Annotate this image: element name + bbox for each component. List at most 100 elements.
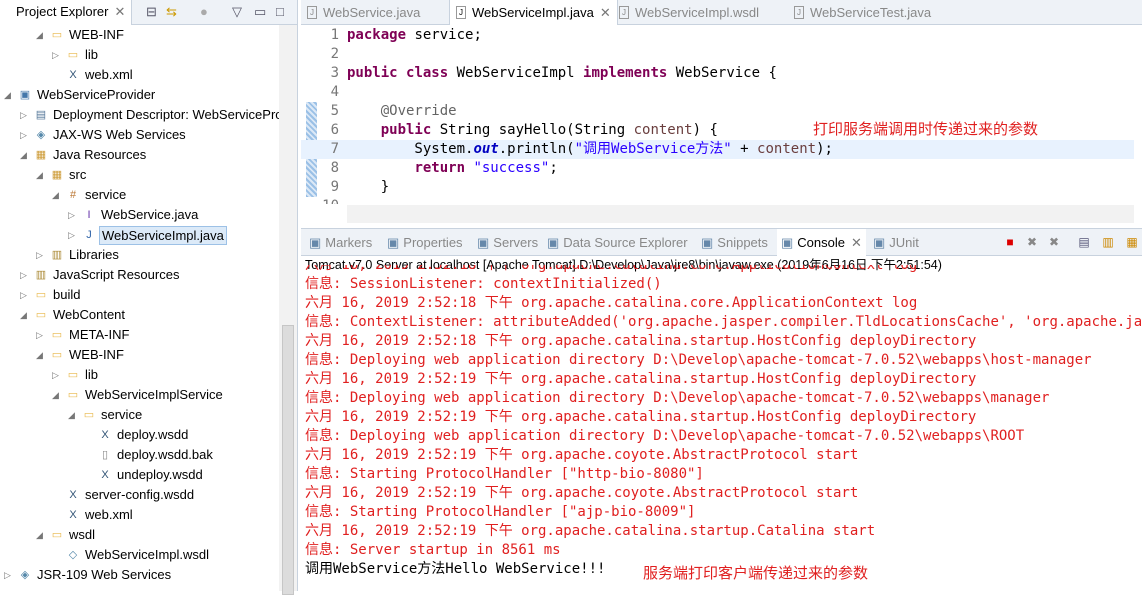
tree-item[interactable]: ◢ ▭ wsdl [0, 525, 279, 545]
tree-item[interactable]: ▷ ▭ lib [0, 365, 279, 385]
tree-item[interactable]: ▷ ▤ Deployment Descriptor: WebServiceProvi… [0, 105, 279, 125]
tree-item[interactable]: ▷ ▭ build [0, 285, 279, 305]
collapsed-arrow-icon[interactable]: ▷ [36, 325, 46, 345]
close-icon[interactable]: ✕ [851, 235, 862, 250]
console-tab[interactable]: ▣ Properties [387, 235, 463, 251]
minimize-icon[interactable]: ▭ [254, 4, 266, 20]
clear-console-icon[interactable]: ▤ [1077, 235, 1091, 249]
marker-icon: ▣ [309, 235, 322, 250]
collapsed-arrow-icon[interactable]: ▷ [20, 285, 30, 305]
tree-item-label: WebServiceProvider [37, 87, 156, 102]
editor-tab[interactable]: J WebServiceImpl.wsdl [613, 0, 765, 25]
collapsed-arrow-icon[interactable]: ▷ [4, 565, 14, 585]
close-icon[interactable]: ✕ [114, 4, 125, 19]
tree-item-label: src [69, 167, 87, 182]
console-output[interactable]: 六月 16, 2019 2:52:18 下午 org.apache.catali… [301, 265, 1142, 591]
collapsed-arrow-icon[interactable]: ▷ [68, 225, 78, 245]
tree-item[interactable]: ◢ ▦ Java Resources [0, 145, 279, 165]
tree-item[interactable]: ▷ I WebService.java [0, 205, 279, 225]
tree-item-label: web.xml [85, 507, 133, 522]
tree-item[interactable]: ◢ ▭ WebContent [0, 305, 279, 325]
remove-launch-icon[interactable]: ✖ [1025, 235, 1039, 249]
code-area[interactable]: 1 package service; 2 3 public class WebServi… [301, 26, 1134, 204]
collapse-all-icon[interactable]: ⊟ [146, 4, 157, 20]
web-services-icon: ◈ [36, 129, 46, 141]
explorer-scrollbar[interactable] [279, 25, 297, 595]
tree-item[interactable]: ◇ WebServiceImpl.wsdl [0, 545, 279, 565]
collapsed-arrow-icon[interactable]: ▷ [20, 105, 30, 125]
terminate-icon[interactable]: ■ [1003, 235, 1017, 249]
tree-item[interactable]: ◢ ▭ WEB-INF [0, 345, 279, 365]
expanded-arrow-icon[interactable]: ◢ [20, 145, 30, 165]
editor-tab[interactable]: J WebServiceTest.java [788, 0, 937, 25]
expanded-arrow-icon[interactable]: ◢ [36, 345, 46, 365]
project-icon: ▣ [19, 89, 31, 101]
tree-item[interactable]: ▷ ◈ JAX-WS Web Services [0, 125, 279, 145]
tree-item[interactable]: ▷ ▥ JavaScript Resources [0, 265, 279, 285]
console-tab[interactable]: ▣ JUnit [873, 235, 919, 251]
console-tab[interactable]: ▣ Markers [309, 235, 372, 251]
collapsed-arrow-icon[interactable]: ▷ [20, 265, 30, 285]
tree-item[interactable]: ▯ deploy.wsdd.bak [0, 445, 279, 465]
collapsed-arrow-icon[interactable]: ▷ [68, 205, 78, 225]
tree-item[interactable]: ◢ ▭ service [0, 405, 279, 425]
junit-icon: ▣ [873, 235, 886, 250]
tree-item[interactable]: ▷ ▥ Libraries [0, 245, 279, 265]
console-tab[interactable]: ▣ Data Source Explorer [547, 235, 688, 251]
tree-item[interactable]: ▷ ▭ META-INF [0, 325, 279, 345]
expanded-arrow-icon[interactable]: ◢ [20, 305, 30, 325]
collapsed-arrow-icon[interactable]: ▷ [36, 245, 46, 265]
package-icon: # [69, 189, 77, 201]
collapsed-arrow-icon[interactable]: ▷ [52, 365, 62, 385]
tree-item[interactable]: Xdeploy.wsdd [0, 425, 279, 445]
tree-item[interactable]: ▷ ▭ lib [0, 45, 279, 65]
expanded-arrow-icon[interactable]: ◢ [68, 405, 78, 425]
console-tab[interactable]: ▣ Servers [477, 235, 538, 251]
tree-item[interactable]: ◢ ▭ WebServiceImplService [0, 385, 279, 405]
tree-item[interactable]: Xweb.xml [0, 65, 279, 85]
console-tab-label: Data Source Explorer [563, 235, 688, 250]
remove-all-terminated-icon[interactable]: ✖ [1047, 235, 1061, 249]
expanded-arrow-icon[interactable]: ◢ [4, 85, 14, 105]
collapsed-arrow-icon[interactable]: ▷ [52, 45, 62, 65]
tab-project-explorer[interactable]: Project Explorer ✕ [0, 0, 133, 25]
collapsed-arrow-icon[interactable]: ▷ [20, 125, 30, 145]
pin-console-icon[interactable]: ▦ [1125, 235, 1139, 249]
tree-item[interactable]: Xundeploy.wsdd [0, 465, 279, 485]
tree-item[interactable]: Xweb.xml [0, 505, 279, 525]
close-icon[interactable]: ✕ [600, 5, 611, 20]
console-tab[interactable]: ▣ Snippets [701, 235, 768, 251]
view-menu-icon[interactable]: ▽ [232, 4, 242, 20]
scrollbar-thumb[interactable] [282, 325, 294, 595]
console-annotation: 服务端打印客户端传递过来的参数 [643, 564, 869, 582]
tree-item-label: JavaScript Resources [53, 267, 180, 282]
editor-tab[interactable]: J WebService.java [301, 0, 426, 25]
filter-icon[interactable]: ● [200, 4, 208, 19]
console-log-line: 信息: Deploying web application directory … [305, 352, 1092, 368]
expanded-arrow-icon[interactable]: ◢ [36, 165, 46, 185]
tree-item[interactable]: ◢ ▣ WebServiceProvider [0, 85, 279, 105]
scroll-lock-icon[interactable]: ▥ [1101, 235, 1115, 249]
tree-item-label: Java Resources [53, 147, 147, 162]
console-log-line: 六月 16, 2019 2:52:19 下午 org.apache.coyote… [305, 447, 859, 463]
tree-item[interactable]: ▷ J WebServiceImpl.java [0, 225, 279, 245]
editor-tab[interactable]: J WebServiceImpl.java ✕ [449, 0, 618, 25]
maximize-icon[interactable]: □ [276, 4, 284, 19]
tree-item[interactable]: ▷ ◈ JSR-109 Web Services [0, 565, 279, 585]
tree-item[interactable]: ◢ # service [0, 185, 279, 205]
expanded-arrow-icon[interactable]: ◢ [52, 385, 62, 405]
tree-item[interactable]: Xserver-config.wsdd [0, 485, 279, 505]
tree-item-label: Libraries [69, 247, 119, 262]
editor-horizontal-scrollbar[interactable] [347, 205, 1134, 223]
console-tab[interactable]: ▣ Console ✕ [777, 229, 866, 256]
console-log-line: 信息: Deploying web application directory … [305, 428, 1025, 444]
link-with-editor-icon[interactable]: ⇆ [166, 4, 177, 20]
tree-item[interactable]: ◢ ▭ WEB-INF [0, 25, 279, 45]
expanded-arrow-icon[interactable]: ◢ [52, 185, 62, 205]
folder-icon: ▭ [35, 309, 47, 321]
tree-item-label: WebServiceImpl.wsdl [85, 547, 210, 562]
tree-item[interactable]: ◢ ▦ src [0, 165, 279, 185]
expanded-arrow-icon[interactable]: ◢ [36, 525, 46, 545]
tree-item-label: JSR-109 Web Services [37, 567, 172, 582]
expanded-arrow-icon[interactable]: ◢ [36, 25, 46, 45]
